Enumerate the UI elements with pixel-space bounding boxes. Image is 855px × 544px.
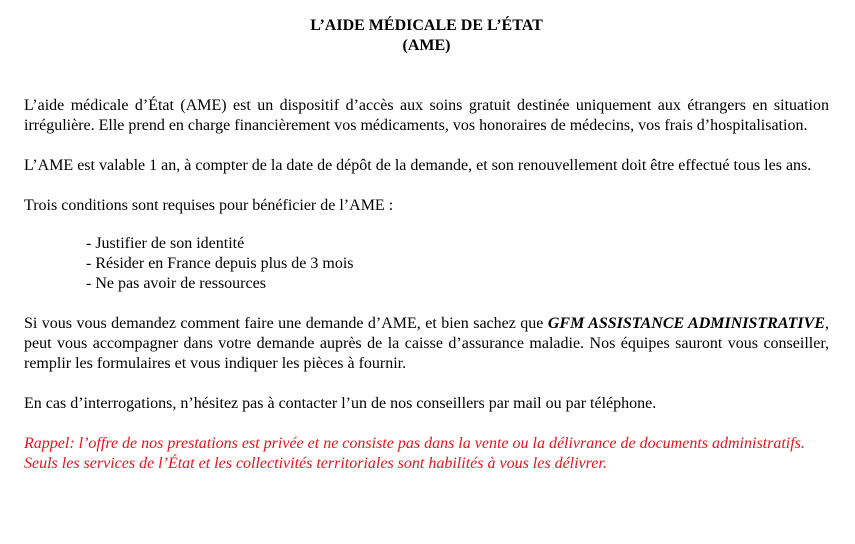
paragraph-contact: En cas d’interrogations, n’hésitez pas à… (24, 395, 657, 412)
list-item: - Justifier de son identité (86, 235, 245, 252)
company-name: GFM ASSISTANCE ADMINISTRATIVE (547, 315, 825, 332)
reminder-notice: Rappel: l’offre de nos prestations est p… (24, 435, 805, 472)
list-item: - Résider en France depuis plus de 3 moi… (86, 255, 354, 272)
document-page: L’AIDE MÉDICALE DE L’ÉTAT (AME) L’aide m… (24, 16, 829, 474)
paragraph-assistance-start: Si vous vous demandez comment faire une … (24, 315, 548, 332)
paragraph-conditions-intro: Trois conditions sont requises pour béné… (24, 197, 394, 214)
list-item: - Ne pas avoir de ressources (86, 275, 266, 292)
title-line-2: (AME) (402, 37, 451, 54)
conditions-list: - Justifier de son identité - Résider en… (24, 234, 829, 294)
document-title: L’AIDE MÉDICALE DE L’ÉTAT (AME) (24, 16, 829, 56)
title-line-1: L’AIDE MÉDICALE DE L’ÉTAT (310, 17, 543, 34)
paragraph-assistance: Si vous vous demandez comment faire une … (24, 314, 829, 374)
paragraph-validity: L’AME est valable 1 an, à compter de la … (24, 157, 812, 174)
paragraph-definition: L’aide médicale d’État (AME) est un disp… (24, 97, 829, 134)
